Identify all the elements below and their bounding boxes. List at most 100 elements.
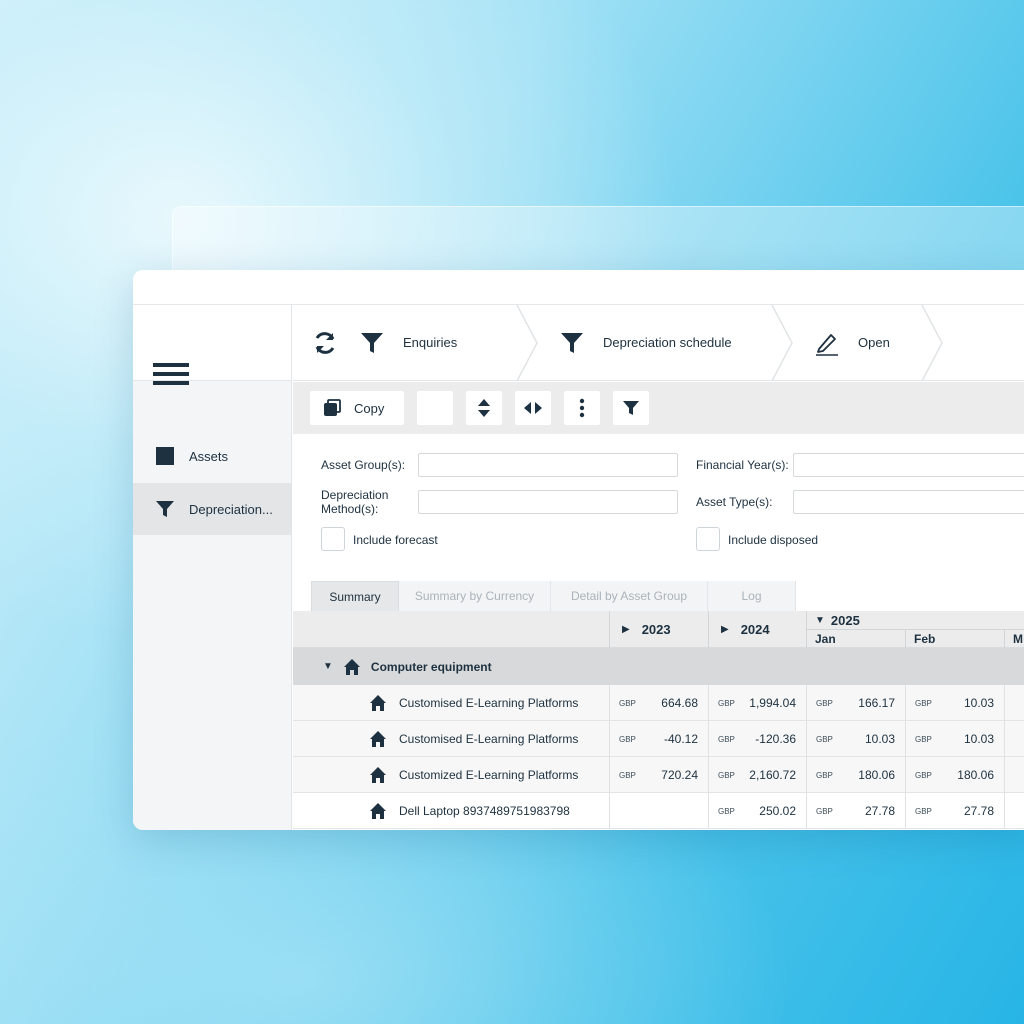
column-2025[interactable]: ▼ 2025 (806, 611, 1024, 629)
breadcrumb-label: Enquiries (403, 335, 458, 350)
amount: 720.24 (661, 768, 698, 782)
currency-label: GBP (718, 734, 735, 744)
filter-icon[interactable] (613, 391, 649, 425)
cell-mar (1004, 757, 1024, 793)
tab-summary-by-currency[interactable]: Summary by Currency (399, 581, 551, 611)
tab-log[interactable]: Log (708, 581, 796, 611)
title-strip (133, 270, 1024, 305)
amount: 10.03 (864, 732, 895, 746)
grid-header: ▶ 2023 ▶ 2024 ▼ 2025 Jan Feb M (293, 611, 1024, 648)
include-disposed-checkbox[interactable] (696, 527, 720, 551)
table-row[interactable]: Dell Laptop 8937489751983798 GBP 250.02 G… (293, 793, 1024, 829)
column-mar[interactable]: M (1004, 629, 1024, 648)
column-2024[interactable]: ▶ 2024 (708, 611, 806, 648)
filter-icon (559, 330, 585, 356)
copy-icon (324, 399, 341, 416)
tab-summary[interactable]: Summary (311, 581, 399, 611)
breadcrumb-separator (921, 304, 943, 381)
expand-horizontal-icon[interactable] (515, 391, 551, 425)
sidebar-item-assets[interactable]: Assets (133, 430, 292, 482)
amount: 2,160.72 (749, 768, 796, 782)
table-row[interactable]: Customised E-Learning Platforms GBP -40.1… (293, 721, 1024, 757)
cell-2023: GBP 720.24 (609, 757, 708, 793)
column-2024-label: 2024 (740, 622, 770, 637)
cell-feb: GBP 10.03 (905, 685, 1004, 721)
breadcrumb-separator (771, 304, 793, 381)
row-name: Customised E-Learning Platforms (293, 685, 609, 721)
cell-2023: GBP 664.68 (609, 685, 708, 721)
row-name: Dell Laptop 8937489751983798 (293, 793, 609, 829)
home-icon (370, 767, 386, 783)
asset-groups-input[interactable] (418, 453, 678, 477)
cell-mar (1004, 793, 1024, 829)
cell-jan: GBP 166.17 (806, 685, 905, 721)
blank-button[interactable] (417, 391, 453, 425)
amount: 180.06 (957, 768, 994, 782)
breadcrumb-open[interactable]: Open (814, 304, 944, 381)
breadcrumb-enquiries[interactable]: Enquiries (359, 304, 539, 381)
home-icon (370, 695, 386, 711)
amount: -120.36 (755, 732, 796, 746)
cell-2024: GBP -120.36 (708, 721, 806, 757)
amount: 664.68 (661, 696, 698, 710)
sort-icon[interactable] (466, 391, 502, 425)
sidebar-item-label: Depreciation... (189, 501, 273, 517)
currency-label: GBP (816, 770, 833, 780)
amount: 27.78 (864, 804, 895, 818)
expand-right-icon: ▶ (622, 624, 630, 635)
column-2023[interactable]: ▶ 2023 (609, 611, 708, 648)
column-jan[interactable]: Jan (806, 629, 905, 648)
filter-panel: Asset Group(s): Financial Year(s): Depre… (293, 434, 1024, 584)
home-icon (370, 803, 386, 819)
tab-detail-by-asset-group[interactable]: Detail by Asset Group (551, 581, 708, 611)
currency-label: GBP (718, 698, 735, 708)
more-options-icon[interactable] (564, 391, 600, 425)
copy-label: Copy (354, 400, 385, 416)
filter-icon (155, 499, 175, 519)
currency-label: GBP (915, 806, 932, 816)
currency-label: GBP (718, 770, 735, 780)
copy-button[interactable]: Copy (310, 391, 404, 425)
cell-feb: GBP 27.78 (905, 793, 1004, 829)
include-forecast-label: Include forecast (353, 533, 438, 547)
tab-bar: Summary Summary by Currency Detail by As… (311, 581, 796, 611)
depreciation-method-input[interactable] (418, 490, 678, 514)
column-feb[interactable]: Feb (905, 629, 1004, 648)
depreciation-method-label-line1: Depreciation (321, 488, 389, 502)
table-row[interactable]: Customised E-Learning Platforms GBP 664.6… (293, 685, 1024, 721)
currency-label: GBP (915, 770, 932, 780)
filter-icon (359, 330, 385, 356)
financial-year-input[interactable] (793, 453, 1024, 477)
menu-icon[interactable] (153, 363, 189, 389)
cell-2024: GBP 2,160.72 (708, 757, 806, 793)
currency-label: GBP (619, 770, 636, 780)
row-name-label: Dell Laptop 8937489751983798 (399, 804, 570, 818)
collapse-down-icon: ▼ (815, 614, 825, 626)
amount: 180.06 (858, 768, 895, 782)
sidebar-item-depreciation[interactable]: Depreciation... (133, 483, 292, 535)
square-icon (155, 446, 175, 466)
breadcrumb-depreciation-schedule[interactable]: Depreciation schedule (559, 304, 794, 381)
depreciation-method-label: Depreciation Method(s): (321, 488, 388, 516)
currency-label: GBP (619, 698, 636, 708)
currency-label: GBP (816, 806, 833, 816)
cell-2023: GBP -40.12 (609, 721, 708, 757)
amount: 10.03 (963, 696, 994, 710)
amount: 27.78 (963, 804, 994, 818)
cell-jan: GBP 10.03 (806, 721, 905, 757)
cell-mar (1004, 721, 1024, 757)
currency-label: GBP (619, 734, 636, 744)
include-forecast-checkbox[interactable] (321, 527, 345, 551)
group-row[interactable]: ▼ Computer equipment (293, 648, 1024, 685)
currency-label: GBP (816, 734, 833, 744)
refresh-icon[interactable] (311, 329, 339, 357)
amount: 1,994.04 (749, 696, 796, 710)
breadcrumb-separator (516, 304, 538, 381)
asset-types-input[interactable] (793, 490, 1024, 514)
depreciation-grid: ▶ 2023 ▶ 2024 ▼ 2025 Jan Feb M ▼ Compute… (293, 611, 1024, 830)
cell-mar (1004, 685, 1024, 721)
currency-label: GBP (816, 698, 833, 708)
asset-types-label: Asset Type(s): (696, 495, 773, 509)
app-window: Assets Depreciation... Enquiries Depreci… (133, 270, 1024, 830)
table-row[interactable]: Customized E-Learning Platforms GBP 720.2… (293, 757, 1024, 793)
